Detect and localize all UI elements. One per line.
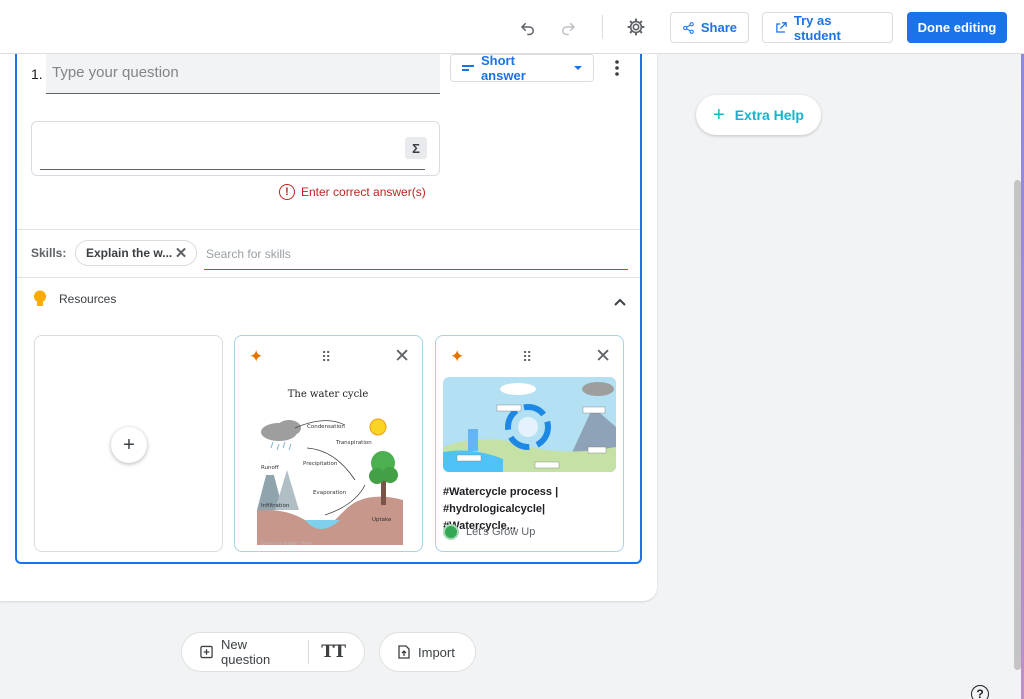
diagram-label: Ground water flow xyxy=(261,541,312,547)
try-as-student-button[interactable]: Try as student xyxy=(762,12,893,43)
image-title: The water cycle xyxy=(288,389,369,400)
question-number: 1. xyxy=(31,66,43,82)
close-icon[interactable]: ✕ xyxy=(595,346,611,368)
question-type-label: Short answer xyxy=(480,53,526,83)
drag-handle-icon[interactable]: ⠿ xyxy=(321,346,331,368)
redo-icon[interactable] xyxy=(555,14,581,40)
video-thumbnail[interactable] xyxy=(443,377,616,472)
help-icon[interactable]: ? xyxy=(971,685,989,699)
extra-help-label: Extra Help xyxy=(734,107,804,123)
sparkle-icon: ✦ xyxy=(249,347,264,366)
diagram-label: Uptake xyxy=(372,517,392,523)
add-icon[interactable]: + xyxy=(111,427,147,463)
diagram-label: Evaporation xyxy=(313,490,347,496)
drag-handle-icon[interactable]: ⠿ xyxy=(522,346,532,368)
lightbulb-icon xyxy=(34,290,46,306)
undo-icon[interactable] xyxy=(515,14,541,40)
skills-search-input[interactable]: Search for skills xyxy=(204,240,628,270)
divider xyxy=(17,229,640,230)
open-in-new-icon xyxy=(776,21,787,33)
equation-button[interactable]: Σ xyxy=(405,137,427,159)
close-icon[interactable]: ✕ xyxy=(394,346,410,368)
question-card: 1. Type your question Short answer Σ ! E… xyxy=(0,53,657,601)
diagram-label: Precipitation xyxy=(303,461,338,467)
diagram-label: Condensation xyxy=(307,424,345,430)
try-as-student-label: Try as student xyxy=(793,12,841,43)
error-icon: ! xyxy=(279,184,295,200)
share-button[interactable]: Share xyxy=(670,12,749,43)
text-format-icon[interactable]: TT xyxy=(321,642,346,662)
import-label: Import xyxy=(418,644,455,660)
dropdown-arrow-icon xyxy=(574,66,583,70)
new-question-label: New question xyxy=(221,637,271,667)
close-icon[interactable]: ✕ xyxy=(174,245,188,262)
import-button[interactable]: Import xyxy=(379,632,476,672)
skill-chip[interactable]: Explain the w... ✕ xyxy=(75,240,197,266)
gear-icon[interactable] xyxy=(623,14,649,40)
new-question-button[interactable]: New question TT xyxy=(181,632,365,672)
error-text: Enter correct answer(s) xyxy=(301,185,426,199)
top-toolbar: Share Try as student Done editing xyxy=(0,0,1024,54)
diagram-label: Infiltration xyxy=(261,503,290,509)
more-options-icon[interactable] xyxy=(607,56,627,80)
diagram-label: Runoff xyxy=(261,465,279,471)
question-editor: 1. Type your question Short answer Σ ! E… xyxy=(15,53,642,564)
answer-error: ! Enter correct answer(s) xyxy=(279,184,426,200)
answer-field[interactable]: Σ xyxy=(31,121,440,176)
skills-label: Skills: xyxy=(31,246,67,260)
question-type-dropdown[interactable]: Short answer xyxy=(450,53,594,83)
answer-underline xyxy=(40,169,425,170)
add-resource-tile[interactable]: + xyxy=(34,335,223,552)
water-cycle-image: The water cycle Condensation Transpirati… xyxy=(257,389,403,547)
video-channel: Let's Grow Up xyxy=(443,524,535,540)
toolbar-divider xyxy=(602,15,603,39)
resource-card-header: ✦ ⠿ ✕ xyxy=(235,346,422,368)
file-upload-icon xyxy=(398,645,410,659)
short-answer-icon xyxy=(461,65,474,71)
resources-header[interactable]: Resources xyxy=(33,290,116,308)
channel-avatar xyxy=(443,524,459,540)
done-editing-button[interactable]: Done editing xyxy=(907,12,1007,43)
resource-card-video[interactable]: ✦ ⠿ ✕ #Watercycle process | #hydrologica… xyxy=(435,335,624,552)
resources-label: Resources xyxy=(59,292,117,306)
extra-help-button[interactable]: + Extra Help xyxy=(696,95,821,135)
share-label: Share xyxy=(700,20,737,35)
plus-icon: + xyxy=(713,103,725,126)
skill-chip-label: Explain the w... xyxy=(86,246,173,260)
question-input[interactable]: Type your question xyxy=(46,54,440,94)
add-box-icon xyxy=(200,645,213,659)
channel-name: Let's Grow Up xyxy=(466,526,536,538)
chevron-up-icon[interactable] xyxy=(612,294,628,310)
sparkle-icon: ✦ xyxy=(450,347,465,366)
diagram-label: Transpiration xyxy=(335,440,372,446)
divider xyxy=(17,277,640,278)
share-icon xyxy=(683,21,694,34)
resource-card-header: ✦ ⠿ ✕ xyxy=(436,346,623,368)
divider xyxy=(308,640,310,664)
resource-card-image[interactable]: ✦ ⠿ ✕ The water cycle Condensation Trans… xyxy=(234,335,423,552)
scrollbar-thumb[interactable] xyxy=(1014,180,1021,670)
